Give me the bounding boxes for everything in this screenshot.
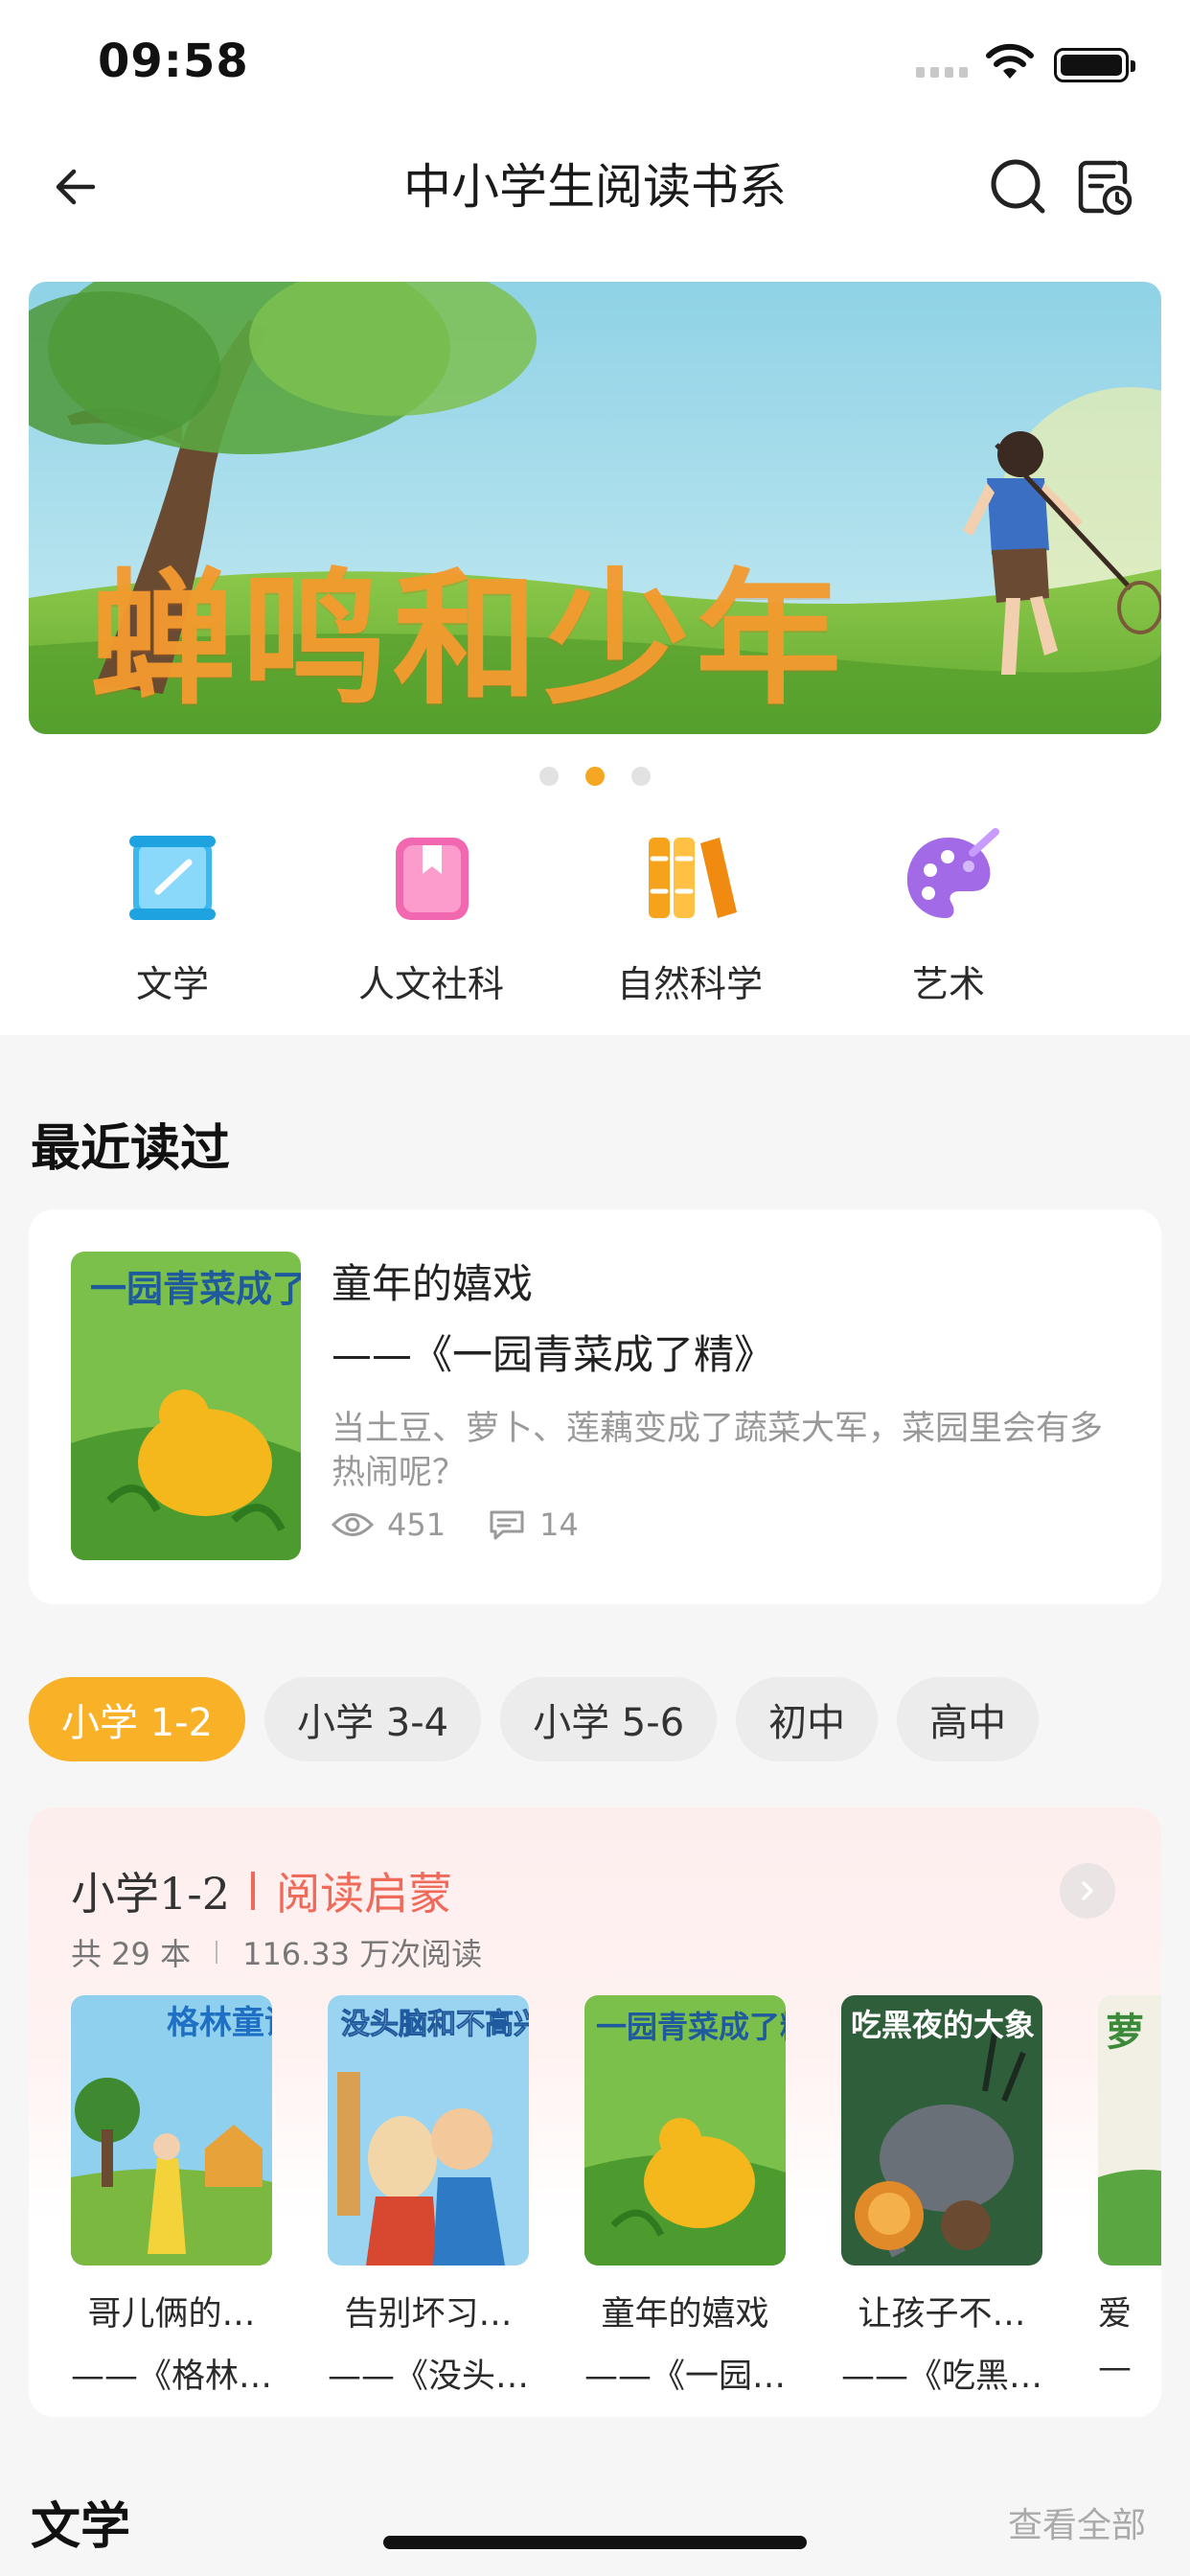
book-subtitle: ——《没头… [328, 2358, 530, 2396]
book-title: 告别坏习… [344, 2295, 513, 2334]
book-item[interactable]: 吃黑夜的大象 让孩子不… ——《吃黑… [841, 1995, 1042, 2398]
category-label: 自然科学 [616, 963, 763, 1005]
book-item[interactable]: 一园青菜成了精 童年的嬉戏 ——《一园… [584, 1995, 786, 2398]
cover-illustration: 一园青菜成了精 [71, 1252, 301, 1560]
pagination-dot[interactable] [539, 767, 559, 786]
chevron-right-icon [1082, 1881, 1093, 1900]
tab-junior-high[interactable]: 初中 [736, 1677, 879, 1761]
pagination-dot-active[interactable] [585, 767, 605, 786]
category-literature[interactable]: 文学 [77, 824, 268, 1007]
cover-text: 没头脑和不高兴 [341, 2008, 529, 2041]
cellular-signal-icon [916, 67, 968, 78]
book-subtitle: ——《格林… [71, 2358, 273, 2396]
recent-book-card[interactable]: 一园青菜成了精 童年的嬉戏 ——《一园青菜成了精》 当土豆、萝卜、莲藕变成了蔬菜… [29, 1209, 1161, 1604]
cover-text: 一园青菜成了精 [90, 1268, 301, 1310]
cover-text: 格林童话 [167, 2004, 272, 2042]
book-cover: 萝 [1098, 1995, 1161, 2266]
cover-illustration: 一园青菜成了精 [584, 1995, 786, 2266]
battery-icon [1054, 48, 1135, 82]
category-natural-science[interactable]: 自然科学 [594, 824, 786, 1007]
stats-divider [216, 1941, 218, 1964]
books-shelf-icon [649, 838, 737, 918]
book-title: 爱 [1098, 2295, 1133, 2334]
recent-book-subtitle: ——《一园青菜成了精》 [332, 1331, 775, 1378]
book-item[interactable]: 萝 爱 — [1098, 1995, 1161, 2387]
level-heading: 小学1-2 阅读启蒙 [71, 1859, 452, 1922]
tab-primary-5-6[interactable]: 小学 5-6 [500, 1677, 718, 1761]
book-subtitle: ——《一园… [584, 2358, 787, 2396]
category-art[interactable]: 艺术 [853, 824, 1044, 1007]
cover-illustration: 吃黑夜的大象 [841, 1995, 1042, 2266]
book-cover: 一园青菜成了精 [71, 1252, 301, 1560]
wifi-icon [986, 43, 1034, 79]
palette-icon [906, 828, 999, 918]
category-humanities[interactable]: 人文社科 [335, 824, 527, 1007]
level-name: 小学1-2 [71, 1868, 231, 1920]
recent-heading: 最近读过 [31, 1119, 231, 1178]
category-label: 文学 [135, 963, 209, 1005]
book-count: 共 29 本 [71, 1936, 192, 1972]
level-stats: 共 29 本 116.33 万次阅读 [71, 1930, 482, 1974]
status-time: 09:58 [98, 34, 249, 88]
read-count: 116.33 万次阅读 [242, 1936, 483, 1972]
book-cover: 吃黑夜的大象 [841, 1995, 1042, 2266]
cover-text: 一园青菜成了精 [596, 2009, 786, 2045]
bookmark-book-icon [396, 838, 469, 920]
level-divider [251, 1872, 256, 1910]
banner-title: 蝉鸣和少年 [90, 555, 847, 724]
book-cover: 没头脑和不高兴 [328, 1995, 529, 2266]
level-subtitle: 阅读启蒙 [276, 1868, 453, 1920]
cover-illustration: 格林童话 [71, 1995, 272, 2266]
category-grid: 文学 人文社科 自然科学 艺术 [0, 824, 1190, 1006]
grade-tabs: 小学 1-2 小学 3-4 小学 5-6 初中 高中 [29, 1677, 1040, 1761]
book-subtitle: ——《吃黑… [841, 2358, 1043, 2396]
level-card: 小学1-2 阅读启蒙 共 29 本 116.33 万次阅读 格林童话 [29, 1807, 1161, 2417]
book-item[interactable]: 格林童话 哥儿俩的… ——《格林… [71, 1995, 272, 2398]
home-indicator [383, 2536, 807, 2549]
book-list: 格林童话 哥儿俩的… ——《格林… 没头脑和不高兴 告别坏习… ——《没头… [71, 1995, 1161, 2407]
view-count: 451 [387, 1506, 446, 1543]
cover-text: 吃黑夜的大象 [851, 2007, 1035, 2043]
tab-primary-1-2[interactable]: 小学 1-2 [29, 1677, 246, 1761]
cover-text: 萝 [1106, 2011, 1144, 2055]
promo-banner[interactable]: 蝉鸣和少年 [29, 282, 1161, 734]
search-icon[interactable] [987, 155, 1050, 218]
book-scroll-icon [129, 836, 216, 920]
recent-book-meta: 451 14 [332, 1506, 621, 1543]
comment-count: 14 [539, 1506, 579, 1543]
nav-bar: 中小学生阅读书系 [0, 125, 1190, 249]
tab-senior-high[interactable]: 高中 [897, 1677, 1040, 1761]
tab-primary-3-4[interactable]: 小学 3-4 [264, 1677, 482, 1761]
book-title: 让孩子不… [858, 2295, 1026, 2334]
category-label: 艺术 [911, 963, 985, 1005]
view-all-link[interactable]: 查看全部 [1008, 2497, 1146, 2547]
literature-heading: 文学 [31, 2497, 131, 2556]
recent-book-title: 童年的嬉戏 [332, 1260, 534, 1307]
status-bar: 09:58 [0, 0, 1190, 125]
book-subtitle: — [1098, 2349, 1132, 2387]
category-label: 人文社科 [357, 963, 504, 1005]
recent-book-description: 当土豆、萝卜、莲藕变成了蔬菜大军，菜园里会有多热闹呢？ [332, 1410, 1104, 1492]
book-cover: 格林童话 [71, 1995, 272, 2266]
cover-illustration: 没头脑和不高兴 [328, 1995, 529, 2266]
book-item[interactable]: 没头脑和不高兴 告别坏习… ——《没头… [328, 1995, 529, 2398]
eye-icon [332, 1513, 374, 1536]
pagination-dot[interactable] [631, 767, 651, 786]
reading-history-icon[interactable] [1073, 155, 1136, 218]
banner-pagination [0, 767, 1190, 786]
cover-illustration: 萝 [1098, 1995, 1161, 2266]
book-title: 哥儿俩的… [87, 2295, 256, 2334]
level-more-button[interactable] [1060, 1863, 1115, 1919]
comment-icon [490, 1510, 524, 1540]
book-title: 童年的嬉戏 [601, 2295, 769, 2334]
book-cover: 一园青菜成了精 [584, 1995, 786, 2266]
